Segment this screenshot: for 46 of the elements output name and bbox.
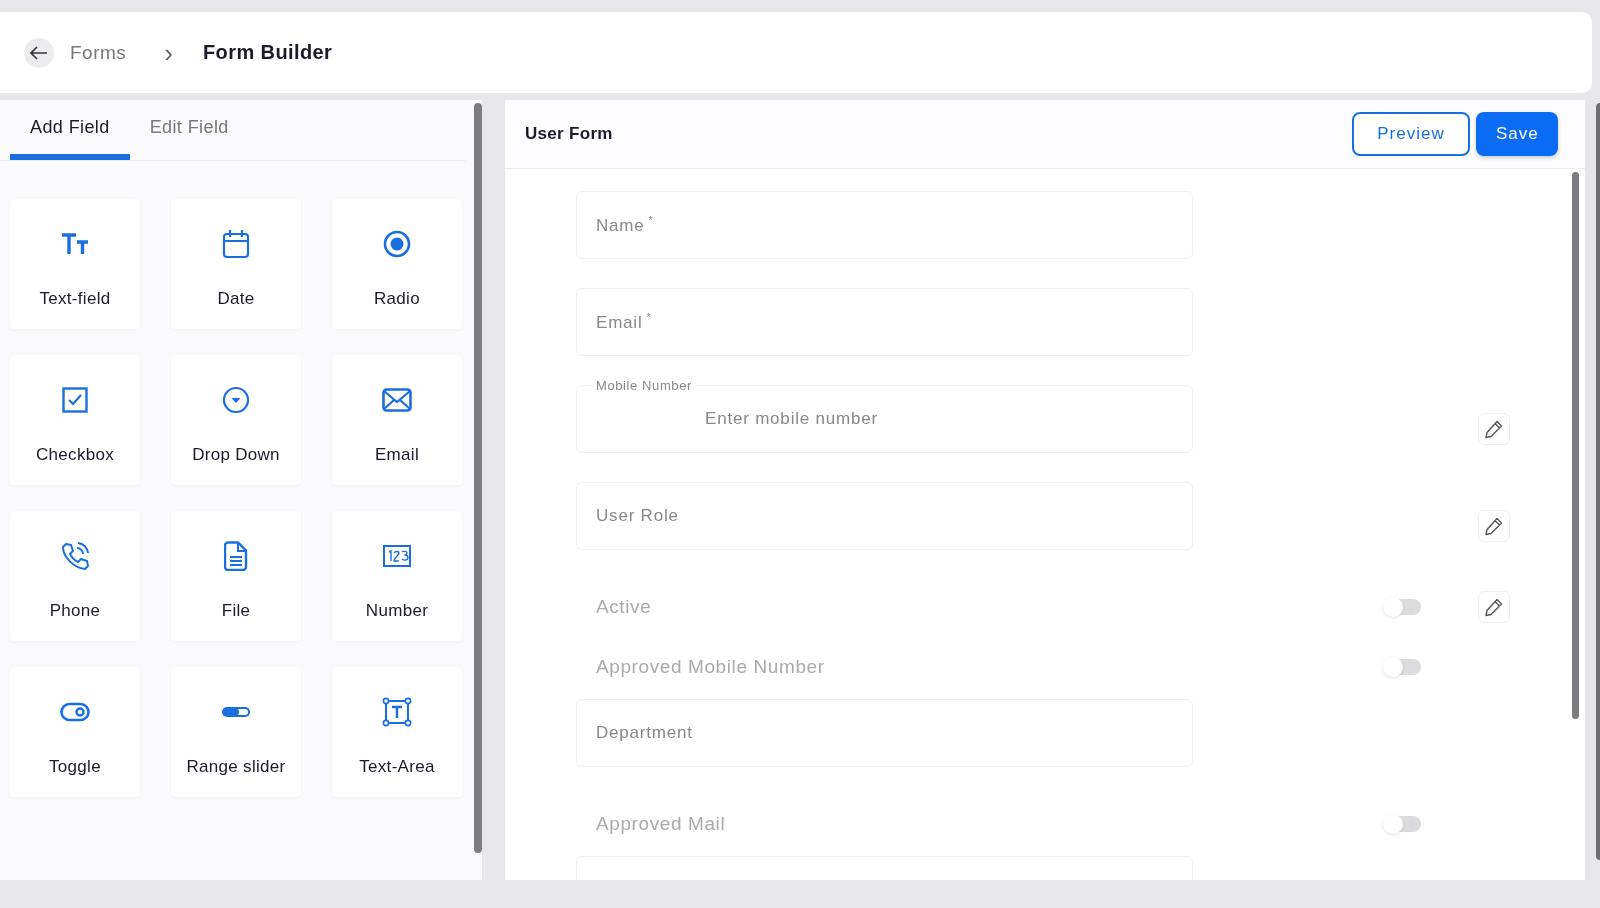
scrollbar-thumb[interactable]: [474, 103, 482, 853]
input-field[interactable]: Name $^{*}$: [576, 191, 1193, 259]
field-type-card[interactable]: Radio: [332, 199, 462, 329]
document-icon: [224, 541, 248, 571]
input-field[interactable]: Department: [576, 699, 1193, 767]
tab[interactable]: Add Field: [10, 100, 130, 160]
back-button[interactable]: [24, 37, 54, 68]
field-type-card[interactable]: Checkbox: [10, 355, 140, 485]
field-label: Mobile Number: [591, 378, 697, 393]
field-type-card[interactable]: Text-Area: [332, 667, 462, 797]
field-type-card[interactable]: File: [171, 511, 301, 641]
radio-icon: [383, 229, 411, 259]
scrollbar-thumb[interactable]: [1572, 172, 1579, 719]
back-arrow-icon: [30, 45, 48, 60]
calendar-icon: [222, 229, 250, 259]
toggle-label: Approved Mobile Number: [595, 656, 826, 678]
toggle-label: Active: [595, 596, 653, 618]
field-type-card[interactable]: Toggle: [10, 667, 140, 797]
pencil-icon: [1484, 419, 1504, 439]
toggle-label: Approved Mail: [595, 813, 727, 835]
pencil-icon: [1484, 516, 1504, 536]
field-type-card[interactable]: Phone: [10, 511, 140, 641]
edit-button[interactable]: [1478, 591, 1510, 623]
phone-icon: [60, 541, 90, 571]
envelope-icon: [382, 385, 412, 415]
page-title: Form Builder: [203, 41, 333, 64]
input-field[interactable]: User Role: [576, 482, 1193, 550]
tab[interactable]: Edit Field: [129, 100, 249, 160]
checkbox-icon: [62, 385, 88, 415]
field-type-card[interactable]: Range slider: [171, 667, 301, 797]
field-type-card[interactable]: Number: [332, 511, 462, 641]
preview-button[interactable]: Preview: [1352, 112, 1470, 156]
breadcrumb-separator: ›: [164, 39, 173, 66]
input-field[interactable]: Email $^{*}$: [576, 288, 1193, 356]
field-type-card[interactable]: Text-field: [10, 199, 140, 329]
field-type-card[interactable]: Date: [171, 199, 301, 329]
edit-button[interactable]: [1478, 413, 1510, 445]
dropdown-icon: [222, 385, 250, 415]
form-title: User Form: [525, 124, 613, 144]
pencil-icon: [1484, 597, 1504, 617]
breadcrumb-link[interactable]: Forms: [70, 41, 127, 64]
edit-button[interactable]: [1478, 510, 1510, 542]
text-frame-icon: [382, 697, 412, 727]
field-type-card[interactable]: Drop Down: [171, 355, 301, 485]
save-button[interactable]: Save: [1476, 112, 1558, 156]
field-type-card[interactable]: Email: [332, 355, 462, 485]
